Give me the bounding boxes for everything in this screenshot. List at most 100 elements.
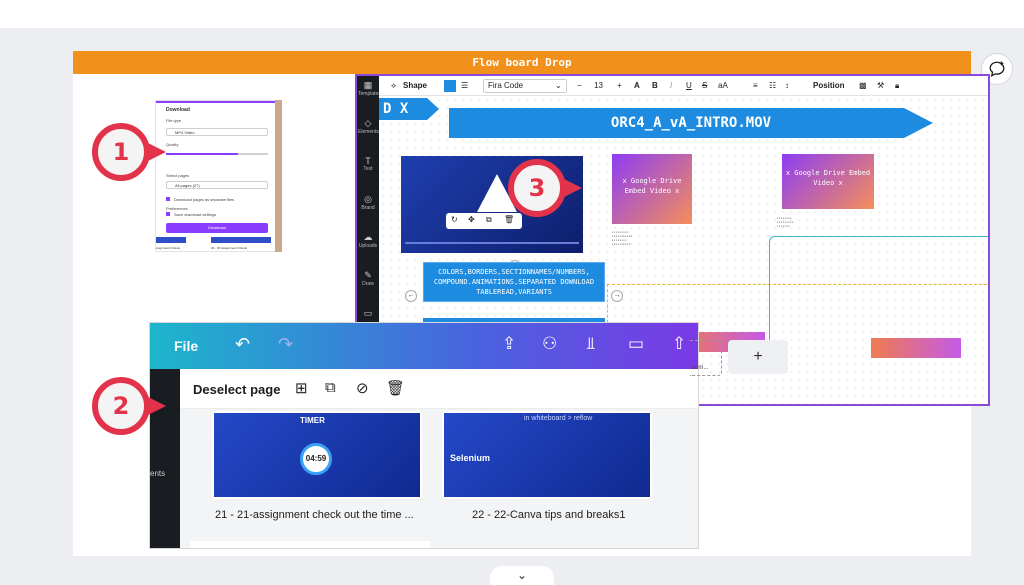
- font-size-increase[interactable]: +: [617, 81, 622, 90]
- align-icon[interactable]: ≡: [753, 81, 758, 90]
- quality-label: Quality: [166, 142, 179, 147]
- hide-page-icon[interactable]: ⊘: [356, 379, 369, 397]
- editor-toolbar: ⟡ Shape ☰ Fira Code ⌄ − 13 + A B I U S a…: [379, 76, 988, 96]
- notes-text-2: ▪ ▪ ▪ ▪ ▪ ▪ ▪ ▪ ▪ ▪ ▪ ▪ ▪ ▪ ▪ ▪ ▪ ▪ ▪ ▪ ▪ …: [777, 216, 794, 228]
- tag-text-box[interactable]: COLORS,BORDERS,SECTIONNAMES/NUMBERS, COM…: [423, 262, 605, 302]
- notes-text-1: ▪ ▪ ▪ ▪ ▪ ▪ ▪ ▪ ▪ ▪ ▪ ▪ ▪ ▪ ▪ ▪ ▪ ▪ ▪ ▪ ▪ …: [612, 230, 633, 246]
- redo-button[interactable]: ↷: [278, 334, 293, 355]
- select-pages-select[interactable]: All pages (27): [166, 181, 268, 189]
- file-menu-button[interactable]: File: [174, 338, 198, 354]
- share-upload-icon[interactable]: ⇧: [672, 334, 686, 354]
- trash-icon[interactable]: 🗑︎: [504, 215, 514, 224]
- magic-switch-icon[interactable]: ⇪: [502, 334, 516, 354]
- italic-button[interactable]: I: [670, 81, 672, 90]
- dashed-page-placeholder[interactable]: com...: [690, 340, 722, 376]
- brand-icon: ◎: [364, 194, 372, 204]
- file-type-select[interactable]: MP4 Video: [166, 128, 268, 136]
- clock-icon: 04:59: [300, 443, 332, 475]
- undo-button[interactable]: ↶: [235, 334, 250, 355]
- list-icon[interactable]: ☷: [769, 81, 776, 90]
- folder-icon: ▭: [363, 308, 373, 318]
- add-page-button[interactable]: +: [728, 340, 788, 374]
- font-size-decrease[interactable]: −: [577, 81, 582, 90]
- font-size-value[interactable]: 13: [594, 81, 603, 90]
- panel-scrollbar[interactable]: [275, 100, 282, 252]
- sidebar-item-elements[interactable]: ◇ Elements: [358, 118, 379, 148]
- banner-main-title[interactable]: ORC4_A_vA_INTRO.MOV: [449, 108, 933, 138]
- editor-header: File ↶ ↷ ⇪ ⚇ ⫫ ▭ ⇧: [150, 323, 698, 369]
- move-icon[interactable]: ✥: [468, 215, 475, 224]
- save-settings-checkbox[interactable]: [166, 212, 170, 216]
- callout-2: 2: [92, 377, 166, 435]
- comment-plus-icon: [989, 61, 1005, 78]
- sidebar-item-uploads[interactable]: ☁ Uploads: [358, 232, 378, 262]
- page-grid: TIMER 04:59 21 - 21-assignment check out…: [180, 409, 698, 548]
- uploads-icon: ☁: [363, 232, 373, 242]
- text-color-icon[interactable]: A: [634, 81, 640, 90]
- page-title-21: 21 - 21-assignment check out the time ..…: [215, 509, 414, 521]
- page-thumbnail-21[interactable]: TIMER 04:59: [212, 411, 422, 499]
- chevron-down-icon: ⌄: [555, 81, 562, 90]
- resize-handle-left[interactable]: ←: [405, 290, 417, 302]
- lock-icon[interactable]: 🔒︎: [895, 81, 899, 91]
- add-page-icon[interactable]: ⊞: [295, 379, 308, 397]
- sidebar-item-templates[interactable]: ▦ Templates: [358, 80, 381, 110]
- embed-video-box-2[interactable]: x Google Drive Embed Video x: [782, 154, 874, 209]
- case-button[interactable]: aA: [718, 81, 728, 90]
- callout-1: 1: [92, 123, 166, 181]
- panel-accent-line: [156, 101, 281, 103]
- sidebar-item-text[interactable]: T Text: [358, 156, 378, 186]
- thumb-strip-1: [156, 237, 186, 243]
- text-icon: T: [365, 156, 371, 166]
- templates-icon: ▦: [363, 80, 373, 90]
- transparency-icon[interactable]: ▩: [859, 81, 867, 90]
- spacing-icon[interactable]: ↕: [785, 81, 789, 90]
- download-panel-title: Download: [166, 107, 190, 113]
- page-thumbnail-22[interactable]: in whiteboard > reflow Selenium: [442, 411, 652, 499]
- page-title-22: 22 - 22-Canva tips and breaks1: [472, 509, 626, 521]
- banner-left[interactable]: D X: [379, 98, 439, 120]
- page-actions-bar: Deselect page ⊞ ⧉ ⊘ 🗑︎: [180, 369, 698, 409]
- bold-button[interactable]: B: [652, 81, 658, 90]
- share-people-icon[interactable]: ⚇: [542, 334, 557, 354]
- paint-format-icon[interactable]: ⚒: [877, 81, 884, 90]
- timer-heading: TIMER: [300, 416, 325, 425]
- delete-page-icon[interactable]: 🗑︎: [386, 379, 405, 397]
- present-icon[interactable]: ▭: [628, 334, 644, 354]
- border-style-icon[interactable]: ☰: [461, 81, 468, 90]
- strikethrough-button[interactable]: S: [702, 81, 707, 90]
- thumb-strip-2: [211, 237, 271, 243]
- separate-files-label: Download pages as separate files: [174, 197, 235, 202]
- underline-button[interactable]: U: [686, 81, 692, 90]
- duplicate-page-icon[interactable]: ⧉: [325, 379, 336, 396]
- select-pages-label: Select pages: [166, 173, 190, 178]
- sidebar-item-brand[interactable]: ◎ Brand: [358, 194, 378, 224]
- shape-icon[interactable]: ⟡: [391, 81, 396, 91]
- page-header-title: Flow board Drop: [73, 51, 971, 74]
- callout-3: 3: [508, 159, 582, 217]
- shape-button[interactable]: Shape: [403, 81, 427, 90]
- show-pages-chevron-icon[interactable]: ⌄: [490, 566, 554, 585]
- next-page-card[interactable]: [190, 541, 430, 548]
- video-timeline[interactable]: [405, 242, 579, 244]
- orange-block-2: [871, 338, 961, 358]
- position-button[interactable]: Position: [813, 81, 845, 90]
- file-type-label: File type: [166, 118, 182, 123]
- insights-icon[interactable]: ⫫: [586, 334, 596, 354]
- file-menu-screenshot: File ↶ ↷ ⇪ ⚇ ⫫ ▭ ⇧ ents Deselect page ⊞ …: [149, 322, 699, 549]
- selenium-label: Selenium: [450, 453, 491, 463]
- download-button[interactable]: Download: [166, 223, 268, 233]
- duplicate-icon[interactable]: ⧉: [486, 215, 492, 225]
- sidebar-elements-label[interactable]: ents: [150, 469, 165, 478]
- embed-video-box-1[interactable]: x Google Drive Embed Video x: [612, 154, 692, 224]
- separate-files-checkbox[interactable]: [166, 197, 170, 201]
- deselect-page-button[interactable]: Deselect page: [193, 382, 280, 397]
- quality-slider[interactable]: [166, 153, 268, 155]
- download-panel-screenshot: Download File type MP4 Video Quality Sel…: [155, 100, 282, 252]
- draw-icon: ✎: [364, 270, 372, 280]
- rotate-icon[interactable]: ↻: [451, 215, 458, 224]
- sidebar-item-draw[interactable]: ✎ Draw: [358, 270, 378, 300]
- color-swatch[interactable]: [444, 80, 456, 92]
- thumb-label-1: ssignment Onlook: [156, 246, 181, 250]
- thumb-label-2: 30 - 30 Assignment Onlook: [211, 246, 248, 250]
